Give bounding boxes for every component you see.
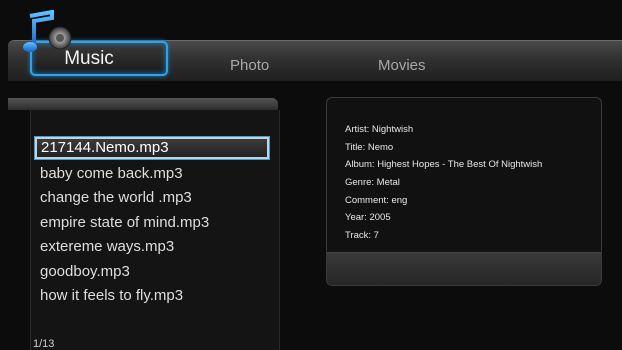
track-info-panel: Artist: Nightwish Title: Nemo Album: Hig… [326,97,602,286]
tab-photo[interactable]: Photo [230,57,269,74]
genre-text: Genre: Metal [345,177,400,188]
artist-text: Artist: Nightwish [345,124,414,135]
tab-movies[interactable]: Movies [378,57,426,74]
track-number-text: Track: 7 [345,230,379,241]
list-item[interactable]: baby come back.mp3 [40,163,183,185]
track-info-footer [327,252,601,285]
list-item[interactable]: empire state of mind.mp3 [40,212,209,234]
list-item[interactable]: 217144.Nemo.mp3 [34,136,270,160]
file-list-header [8,98,278,110]
music-note-icon [23,10,72,52]
year-text: Year: 2005 [345,212,391,223]
list-item[interactable]: extereme ways.mp3 [40,236,174,258]
list-item[interactable]: goodboy.mp3 [40,261,130,283]
list-item[interactable]: how it feels to fly.mp3 [40,285,183,307]
list-item[interactable]: change the world .mp3 [40,187,192,209]
title-text: Title: Nemo [345,142,394,153]
comment-text: Comment: eng [345,195,408,206]
album-text: Album: Highest Hopes - The Best Of Night… [345,159,543,170]
page-indicator: 1/13 [33,338,55,350]
